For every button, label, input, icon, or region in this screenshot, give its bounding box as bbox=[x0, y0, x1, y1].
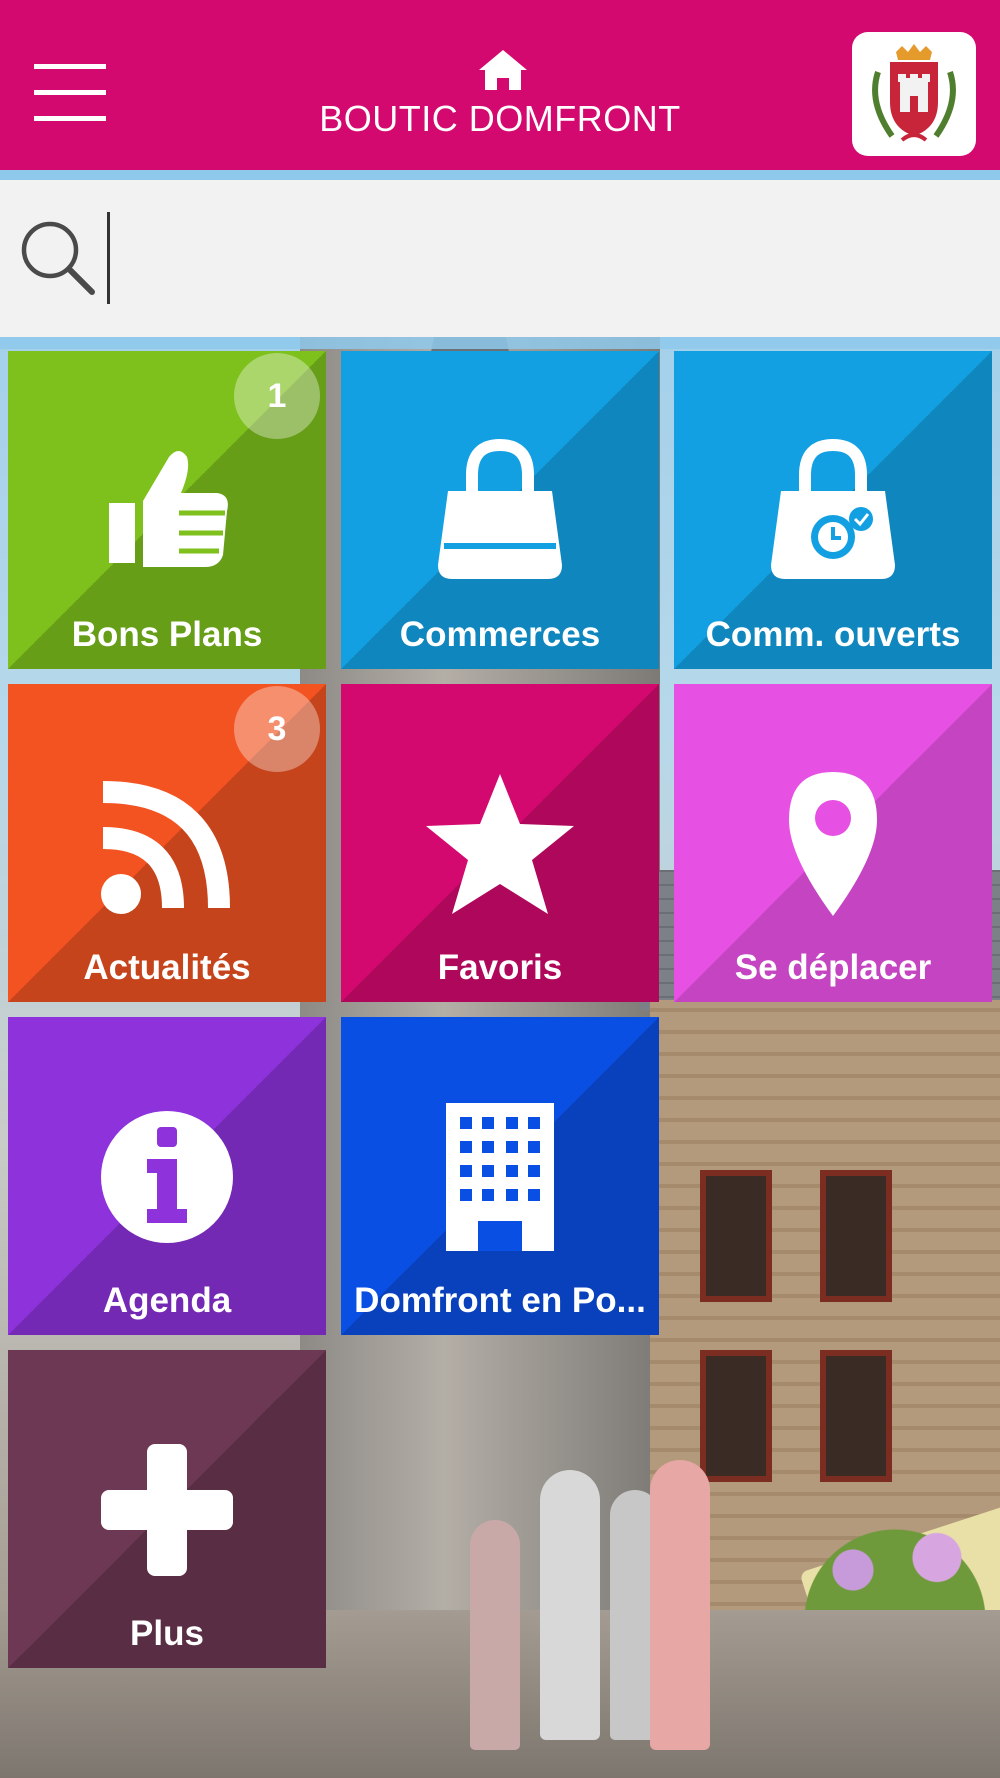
tile-label: Actualités bbox=[83, 948, 251, 987]
location-pin-icon bbox=[789, 772, 877, 916]
tile-se-deplacer[interactable]: Se déplacer bbox=[674, 684, 992, 1002]
info-icon bbox=[101, 1111, 233, 1243]
shopping-bag-clock-icon bbox=[771, 438, 895, 579]
app-title: BOUTIC DOMFRONT bbox=[319, 98, 681, 139]
tile-label: Comm. ouverts bbox=[705, 615, 961, 654]
tile-label: Plus bbox=[130, 1614, 204, 1653]
plus-icon bbox=[101, 1444, 233, 1576]
shopping-bag-icon bbox=[438, 438, 562, 579]
search-input[interactable] bbox=[120, 204, 984, 314]
tile-label: Bons Plans bbox=[71, 615, 263, 654]
star-icon bbox=[426, 774, 574, 914]
bons-plans-count-badge: 1 bbox=[234, 353, 320, 439]
thumbs-up-icon bbox=[109, 451, 228, 567]
text-caret bbox=[107, 212, 110, 304]
tile-commerces[interactable]: Commerces bbox=[341, 351, 659, 669]
tile-plus[interactable]: Plus bbox=[8, 1350, 326, 1668]
tile-comm-ouverts[interactable]: Comm. ouverts bbox=[674, 351, 992, 669]
tile-favoris[interactable]: Favoris bbox=[341, 684, 659, 1002]
tile-label: Se déplacer bbox=[734, 948, 932, 987]
domfront-logo[interactable] bbox=[852, 32, 976, 156]
home-icon[interactable] bbox=[477, 48, 529, 92]
actualites-count-badge: 3 bbox=[234, 686, 320, 772]
search-bar[interactable] bbox=[0, 180, 1000, 337]
rss-feed-icon bbox=[101, 781, 230, 914]
tile-domfront-en-poche[interactable]: Domfront en Po... bbox=[341, 1017, 659, 1335]
tile-agenda[interactable]: Agenda bbox=[8, 1017, 326, 1335]
hamburger-menu-icon[interactable] bbox=[34, 64, 106, 124]
tile-actualites[interactable]: 3 Actualités bbox=[8, 684, 326, 1002]
search-divider bbox=[0, 337, 1000, 349]
header-divider bbox=[0, 170, 1000, 180]
tile-bons-plans[interactable]: 1 Bons Plans bbox=[8, 351, 326, 669]
office-building-icon bbox=[446, 1103, 554, 1251]
tile-label: Favoris bbox=[437, 948, 563, 987]
tile-label: Commerces bbox=[399, 615, 601, 654]
app-header: BOUTIC DOMFRONT bbox=[0, 0, 1000, 170]
tile-label: Agenda bbox=[102, 1281, 232, 1320]
search-icon[interactable] bbox=[18, 218, 98, 298]
tile-label: Domfront en Po... bbox=[354, 1281, 646, 1320]
